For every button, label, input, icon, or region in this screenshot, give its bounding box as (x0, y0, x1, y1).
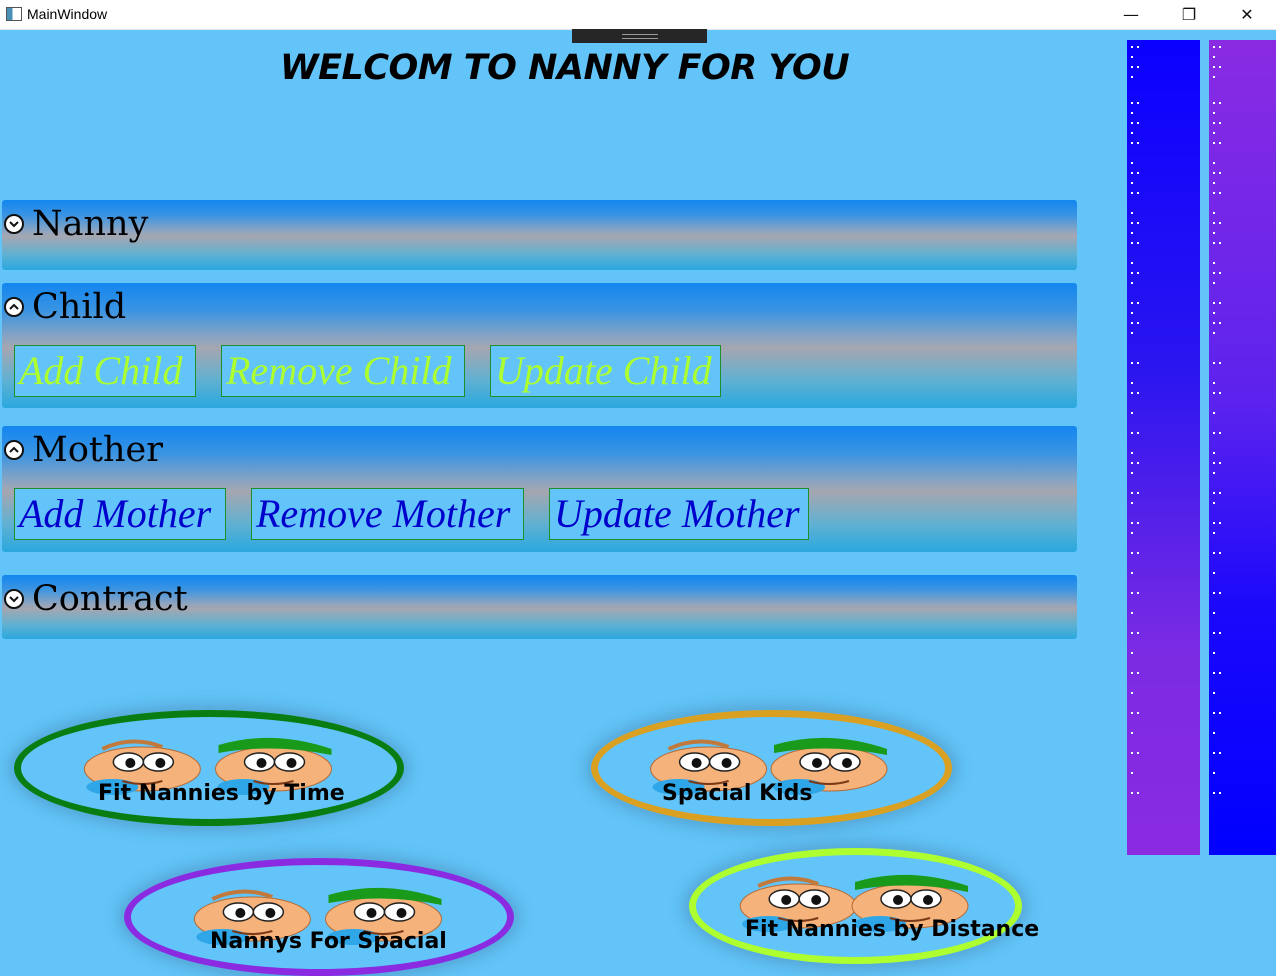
close-button[interactable]: ✕ (1218, 0, 1276, 29)
side-meter-left (1127, 40, 1200, 855)
add-mother-button[interactable]: Add Mother (14, 488, 226, 540)
chevron-down-icon[interactable] (4, 214, 24, 234)
mother-expander: Mother Add Mother Remove Mother Update M… (2, 426, 1077, 552)
child-expander-title: Child (32, 287, 127, 327)
dot-pattern (1131, 46, 1139, 794)
contract-expander-title: Contract (32, 579, 188, 619)
update-child-button[interactable]: Update Child (490, 345, 721, 397)
drag-handle[interactable] (572, 29, 707, 43)
fit-nannies-by-time-label: Fit Nannies by Time (98, 781, 345, 806)
mother-expander-header[interactable]: Mother (2, 426, 163, 474)
nannys-for-spacial-label: Nannys For Spacial (210, 929, 447, 954)
app-icon (6, 7, 22, 21)
chevron-down-icon[interactable] (4, 589, 24, 609)
nanny-expander: Nanny (2, 200, 1077, 270)
mother-expander-title: Mother (32, 430, 163, 470)
maximize-button[interactable]: ❐ (1160, 0, 1218, 29)
contract-expander-header[interactable]: Contract (2, 575, 188, 623)
remove-child-button[interactable]: Remove Child (221, 345, 465, 397)
spacial-kids-label: Spacial Kids (662, 781, 813, 806)
side-meter-right (1209, 40, 1276, 855)
nanny-expander-title: Nanny (32, 204, 149, 244)
contract-expander: Contract (2, 575, 1077, 639)
fit-nannies-by-distance-label: Fit Nannies by Distance (745, 917, 1040, 942)
welcome-heading: WELCOM TO NANNY FOR YOU! (280, 48, 850, 88)
chevron-up-icon[interactable] (4, 440, 24, 460)
add-child-button[interactable]: Add Child (14, 345, 196, 397)
dot-pattern (1213, 46, 1221, 794)
minimize-button[interactable]: — (1102, 0, 1160, 29)
title-bar: MainWindow — ❐ ✕ (0, 0, 1276, 30)
child-expander-header[interactable]: Child (2, 283, 126, 331)
update-mother-button[interactable]: Update Mother (549, 488, 809, 540)
window-title: MainWindow (27, 6, 108, 22)
chevron-up-icon[interactable] (4, 297, 24, 317)
remove-mother-button[interactable]: Remove Mother (251, 488, 524, 540)
nanny-expander-header[interactable]: Nanny (2, 200, 148, 248)
child-expander: Child Add Child Remove Child Update Chil… (2, 283, 1077, 408)
